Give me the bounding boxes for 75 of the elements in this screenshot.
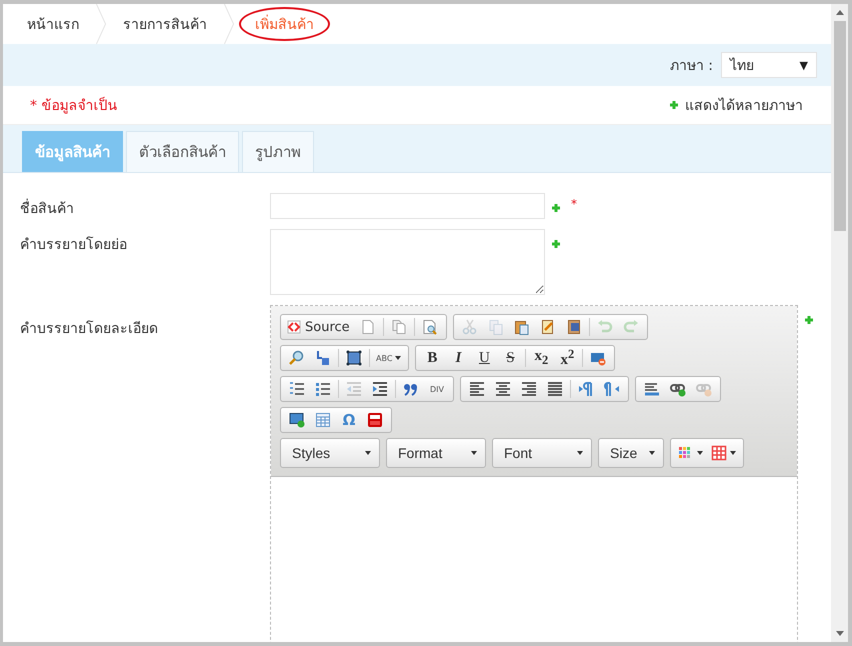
subscript-button[interactable]: x$_{2}$: [528, 347, 554, 369]
numbered-list-icon: [289, 381, 305, 397]
source-button[interactable]: Source: [284, 316, 355, 338]
quote-icon: [403, 381, 419, 397]
underline-button[interactable]: U: [471, 347, 498, 369]
language-label: ภาษา :: [670, 57, 713, 76]
align-center-icon: [495, 381, 511, 397]
dropdown-button[interactable]: Styles: [280, 438, 380, 468]
video-icon: [367, 412, 383, 428]
breadcrumb-link[interactable]: รายการสินค้า: [107, 13, 223, 35]
select-all-icon: [346, 350, 362, 366]
language-select[interactable]: ไทย ▼: [721, 52, 817, 78]
indent-icon: [372, 381, 388, 397]
align-right-icon: [521, 381, 537, 397]
field-label: ชื่อสินค้า: [20, 193, 270, 219]
scroll-up-icon[interactable]: [836, 10, 844, 15]
required-mark: *: [571, 197, 577, 211]
search-icon: [289, 350, 305, 366]
field-label: คำบรรยายโดยย่อ: [20, 236, 128, 255]
add-language-icon[interactable]: [551, 239, 561, 249]
justify-icon: [547, 381, 563, 397]
bold-button[interactable]: B: [419, 347, 446, 369]
caret-icon: [730, 451, 736, 455]
required-note: * ข้อมูลจำเป็น: [30, 96, 118, 116]
word-document-icon: [566, 319, 582, 335]
add-language-icon[interactable]: [551, 203, 561, 213]
remove-format-icon: [590, 350, 606, 366]
caret-icon: [649, 451, 655, 455]
caret-icon: [471, 451, 477, 455]
breadcrumb-separator-icon: [95, 4, 107, 44]
documents-icon: [390, 319, 407, 335]
caret-icon: [697, 451, 703, 455]
caret-icon: [577, 451, 583, 455]
multilanguage-link[interactable]: แสดงได้หลายภาษา: [669, 94, 803, 116]
field-label: คำบรรยายโดยละเอียด: [20, 320, 159, 339]
breadcrumb-separator-icon: [223, 4, 235, 44]
textarea-field[interactable]: [270, 229, 545, 295]
italic-button[interactable]: I: [445, 347, 472, 369]
document-icon: [360, 319, 376, 335]
paragraph-icon: [604, 381, 620, 397]
paragraph-icon: [578, 381, 594, 397]
spellcheck-button[interactable]: ABC: [372, 347, 406, 369]
scrollbar[interactable]: [831, 4, 848, 642]
strike-button[interactable]: S: [497, 347, 524, 369]
bullet-list-icon: [315, 381, 331, 397]
plus-icon: [669, 100, 679, 110]
preview-icon: [422, 319, 438, 335]
image-icon: [289, 412, 305, 428]
undo-icon: [596, 319, 613, 335]
outdent-icon: [346, 381, 362, 397]
redo-icon: [622, 319, 639, 335]
scissors-icon: [462, 319, 478, 335]
link-icon: [670, 381, 686, 397]
clipboard-icon: [514, 319, 530, 335]
align-left-icon: [469, 381, 485, 397]
tab[interactable]: รูปภาพ: [242, 131, 314, 172]
breadcrumb-link[interactable]: หน้าแรก: [11, 13, 95, 35]
dropdown-button[interactable]: Size: [598, 438, 664, 468]
copy-icon: [488, 319, 504, 335]
add-language-icon[interactable]: [804, 315, 814, 325]
tab[interactable]: ตัวเลือกสินค้า: [126, 131, 239, 172]
caret-icon: [395, 356, 402, 360]
unlink-icon: [696, 381, 712, 397]
dropdown-button[interactable]: Format: [386, 438, 486, 468]
notepad-icon: [540, 319, 556, 335]
table-icon: [315, 412, 331, 428]
superscript-button[interactable]: x$^{2}$: [554, 347, 580, 369]
scroll-down-icon[interactable]: [836, 631, 844, 636]
grid-icon: [711, 445, 727, 461]
input-field[interactable]: [270, 193, 545, 219]
div-button[interactable]: DIV: [424, 378, 450, 400]
caret-icon: [365, 451, 371, 455]
code-icon: [286, 319, 302, 335]
dropdown-button[interactable]: Font: [492, 438, 592, 468]
scroll-thumb[interactable]: [834, 21, 846, 231]
